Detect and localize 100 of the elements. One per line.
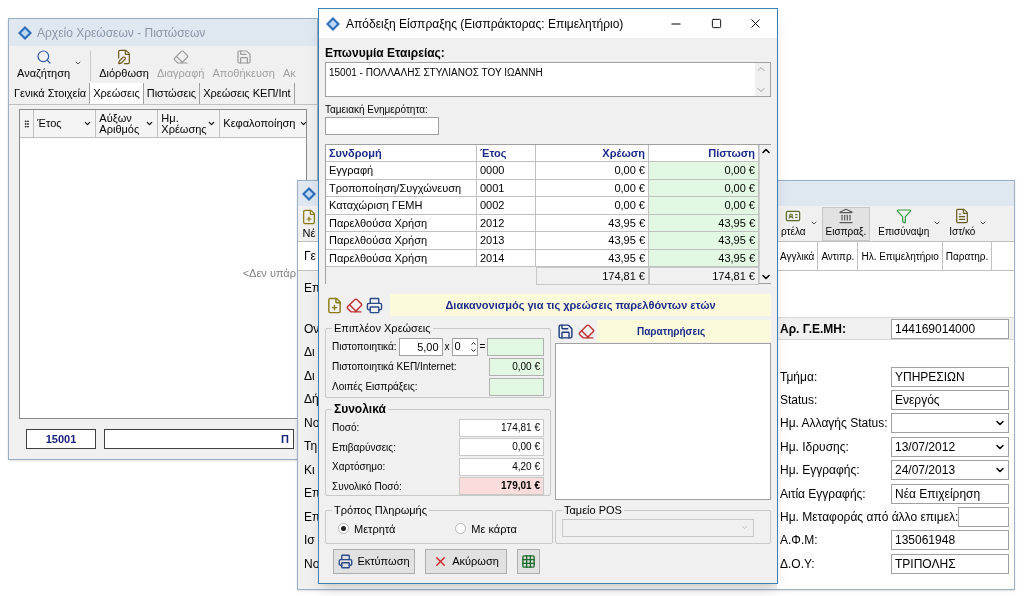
field-label: Ποσό: [332,421,360,436]
column-header[interactable]: Συνδρομή [326,145,477,161]
toolbar-button[interactable]: Διόρθωση [95,48,153,81]
column-header[interactable]: Έτος [477,145,536,161]
building-icon [837,208,854,224]
window-title: Αρχείο Χρεώσεων - Πιστώσεων [37,24,206,42]
toolbar-button[interactable]: Ιστ/κό [945,207,980,241]
eraser-icon [172,48,189,65]
amount-field[interactable]: 0,00 € [489,357,544,376]
field-label: Δι [304,344,316,361]
radio-label: Μετρητά [354,521,396,537]
tab[interactable]: Αντιπρ. [818,242,859,270]
radio-button[interactable] [455,523,467,535]
grid-button[interactable] [517,549,540,574]
tab[interactable]: Χρεώσεις ΚΕΠ/Int [200,83,295,104]
field-label: Ημ. Μεταφοράς από άλλο επιμελ: [779,509,959,527]
text-field[interactable]: ΤΡΙΠΟΛΗΣ [891,553,1009,574]
field-label: Αρ. Γ.Ε.ΜΗ: [779,320,847,338]
table-cell: 0,00 € [649,162,759,179]
result-field[interactable] [487,337,544,356]
radio-label: Με κάρτα [471,521,517,537]
table-cell: Καταχώριση ΓΕΜΗ [326,197,477,214]
total-cell: 174,81 € [649,267,759,285]
table-cell: 0002 [477,197,536,214]
table-cell: 2013 [477,232,536,249]
toolbar-button[interactable]: Εισπραξ. [821,207,871,241]
amount-field[interactable]: 4,20 € [459,457,544,476]
text-field[interactable]: ΥΠΗΡΕΣΙΩΝ [891,366,1009,387]
close-icon[interactable] [748,16,763,31]
new-file-icon[interactable] [326,296,343,314]
tab[interactable]: Γενικά Στοιχεία [11,83,91,104]
table-cell: Τροποποίηση/Συγχώνευση [326,179,477,196]
eraser-icon[interactable] [346,296,363,314]
name-field[interactable]: Π [104,429,294,449]
text-field[interactable] [958,507,1009,528]
funnel-icon [895,208,912,224]
toolbar-button[interactable]: ρτέλα [777,207,810,241]
save-icon[interactable] [557,322,574,340]
dialog-button[interactable]: Ακύρωση [425,549,507,574]
printer-icon [338,554,354,569]
text-field[interactable]: 135061948 [891,530,1009,551]
table-cell: 2012 [477,214,536,231]
table-cell: Παρελθούσα Χρήση [326,232,477,249]
eraser-icon[interactable] [578,322,595,340]
edit-icon [116,48,133,65]
notes-title: Παρατηρήσεις [637,324,706,339]
dialog-button[interactable]: Εκτύπωση [333,549,415,574]
app-icon [17,24,33,41]
new-file-icon [301,208,317,225]
tab[interactable]: Αγγλικά [777,242,819,270]
dropdown-caret-icon[interactable] [979,219,988,227]
window-title: Απόδειξη Είσπραξης (Εισπράκτορας: Επιμελητήριο) [346,15,625,33]
column-header[interactable]: Ημ. Χρέωσης [157,110,220,137]
table-cell: Παρελθούσα Χρήση [326,249,477,266]
field-label: Τη [304,438,319,455]
amount-field[interactable]: 174,81 € [459,418,544,437]
column-header[interactable]: Έτος [33,110,96,137]
amount-field[interactable]: 0,00 € [459,438,544,457]
column-header[interactable]: Αύξων Αριθμός [95,110,158,137]
text-field[interactable]: Ενεργός [891,390,1009,411]
field-label: Status: [779,392,819,410]
text-field[interactable]: 144169014000 [891,318,1009,339]
field-label: Δ.Ο.Υ: [779,555,816,573]
operator: = [479,340,486,354]
grid-icon [521,554,536,569]
text-field[interactable] [325,117,439,135]
amount-field[interactable]: 179,01 € [459,477,544,496]
column-header[interactable]: Χρέωση [536,145,649,161]
date-dropdown[interactable]: 13/07/2012 [891,436,1009,457]
toolbar-button[interactable]: Νέ [298,208,317,241]
maximize-icon[interactable] [711,18,722,29]
price-field[interactable]: 5,00 [398,337,443,356]
operator: x [444,340,450,354]
field-label: Ταμειακή Ενημερότητα: [325,103,429,117]
printer-icon[interactable] [366,296,383,314]
table-cell: 2014 [477,249,536,266]
total-cell: 174,81 € [536,267,649,285]
field-label: Επ [304,508,319,526]
dropdown-caret-icon[interactable] [809,219,818,227]
tab[interactable]: Χρεώσεις [90,83,144,104]
column-header[interactable]: Κεφαλοποίηση [219,110,306,137]
group-title: Τρόπος Πληρωμής [334,504,427,516]
field-label: Ισ [304,532,316,549]
field-label: Α.Φ.Μ: [779,532,819,550]
radio-button[interactable] [338,523,349,535]
field-label: Δή [304,391,319,408]
date-dropdown[interactable]: 24/07/2013 [891,460,1009,481]
field-label: Αιτία Εγγραφής: [779,485,867,503]
field-label: Χαρτόσημο: [332,460,386,475]
code-field[interactable]: 15001 [26,429,96,449]
text-field[interactable]: Νέα Επιχείρηση [891,483,1009,504]
toolbar-button[interactable]: Επισύναψη [874,207,934,241]
quantity-spinner[interactable]: 0 [451,337,478,356]
grip-icon [22,118,32,129]
toolbar-button[interactable]: Αναζήτηση [13,48,75,81]
amount-field[interactable] [489,377,544,396]
table-cell: 43,95 € [649,232,759,249]
dropdown-caret-icon[interactable] [74,59,83,67]
save-icon [235,48,252,65]
dropdown-caret-icon[interactable] [933,219,942,227]
